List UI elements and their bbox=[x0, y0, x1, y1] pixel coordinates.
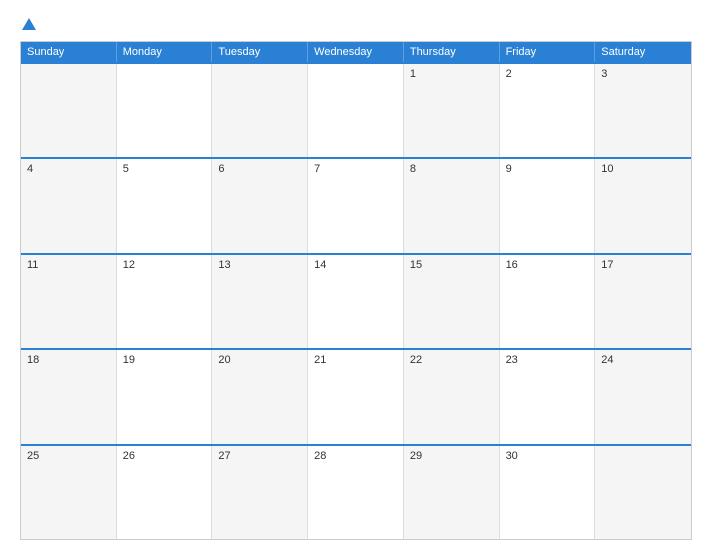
day-number: 15 bbox=[410, 259, 493, 271]
day-cell: 19 bbox=[117, 350, 213, 443]
day-cell: 26 bbox=[117, 446, 213, 539]
day-number: 4 bbox=[27, 163, 110, 175]
day-number: 23 bbox=[506, 354, 589, 366]
day-cell: 7 bbox=[308, 159, 404, 252]
day-cell: 10 bbox=[595, 159, 691, 252]
day-cell: 9 bbox=[500, 159, 596, 252]
logo-blue-text bbox=[20, 18, 36, 31]
day-cell: 4 bbox=[21, 159, 117, 252]
day-number: 21 bbox=[314, 354, 397, 366]
day-cell: 11 bbox=[21, 255, 117, 348]
day-number: 28 bbox=[314, 450, 397, 462]
week-row-1: 4 56 7 8 9 10 bbox=[21, 157, 691, 252]
day-cell: 12 bbox=[117, 255, 213, 348]
day-cell: 28 bbox=[308, 446, 404, 539]
day-number: 9 bbox=[506, 163, 589, 175]
day-number: 8 bbox=[410, 163, 493, 175]
day-header-saturday: Saturday bbox=[595, 42, 691, 62]
day-number: 2 bbox=[506, 68, 589, 80]
day-number: 17 bbox=[601, 259, 685, 271]
day-cell: 15 bbox=[404, 255, 500, 348]
week-row-3: 18 19 20 21 22 23 24 bbox=[21, 348, 691, 443]
day-cell: 16 bbox=[500, 255, 596, 348]
day-header-thursday: Thursday bbox=[404, 42, 500, 62]
calendar-header bbox=[20, 18, 692, 31]
day-cell: 17 bbox=[595, 255, 691, 348]
day-number: 24 bbox=[601, 354, 685, 366]
day-cell: 22 bbox=[404, 350, 500, 443]
day-header-sunday: Sunday bbox=[21, 42, 117, 62]
day-number: 16 bbox=[506, 259, 589, 271]
day-cell: 20 bbox=[212, 350, 308, 443]
day-cell: 3 bbox=[595, 64, 691, 157]
day-cell: 8 bbox=[404, 159, 500, 252]
day-number: 27 bbox=[218, 450, 301, 462]
day-cell: 24 bbox=[595, 350, 691, 443]
day-cell: 25 bbox=[21, 446, 117, 539]
day-number: 29 bbox=[410, 450, 493, 462]
calendar-weeks: 1234567891011121314151617181920212223242… bbox=[21, 62, 691, 539]
day-cell bbox=[21, 64, 117, 157]
day-number: 5 bbox=[123, 163, 206, 175]
day-header-monday: Monday bbox=[117, 42, 213, 62]
day-cell bbox=[308, 64, 404, 157]
day-number: 11 bbox=[27, 259, 110, 271]
day-number: 19 bbox=[123, 354, 206, 366]
day-number: 14 bbox=[314, 259, 397, 271]
day-cell bbox=[595, 446, 691, 539]
day-number: 7 bbox=[314, 163, 397, 175]
logo bbox=[20, 18, 36, 31]
day-cell: 30 bbox=[500, 446, 596, 539]
day-number: 6 bbox=[218, 163, 301, 175]
day-number: 1 bbox=[410, 68, 493, 80]
day-number: 20 bbox=[218, 354, 301, 366]
day-cell: 14 bbox=[308, 255, 404, 348]
day-header-friday: Friday bbox=[500, 42, 596, 62]
day-number: 25 bbox=[27, 450, 110, 462]
day-header-wednesday: Wednesday bbox=[308, 42, 404, 62]
week-row-2: 11 12 13 14 15 16 17 bbox=[21, 253, 691, 348]
day-headers-row: SundayMondayTuesdayWednesdayThursdayFrid… bbox=[21, 42, 691, 62]
day-number: 22 bbox=[410, 354, 493, 366]
day-cell bbox=[212, 64, 308, 157]
day-cell: 1 bbox=[404, 64, 500, 157]
day-cell: 21 bbox=[308, 350, 404, 443]
day-number: 18 bbox=[27, 354, 110, 366]
day-cell bbox=[117, 64, 213, 157]
day-number: 10 bbox=[601, 163, 685, 175]
week-row-0: 1 23 bbox=[21, 62, 691, 157]
day-number: 3 bbox=[601, 68, 685, 80]
week-row-4: 25 26 27 28 29 30 bbox=[21, 444, 691, 539]
day-cell: 29 bbox=[404, 446, 500, 539]
calendar-grid: SundayMondayTuesdayWednesdayThursdayFrid… bbox=[20, 41, 692, 540]
day-number: 12 bbox=[123, 259, 206, 271]
day-number: 13 bbox=[218, 259, 301, 271]
day-number: 30 bbox=[506, 450, 589, 462]
day-number: 26 bbox=[123, 450, 206, 462]
day-cell: 13 bbox=[212, 255, 308, 348]
calendar-page: SundayMondayTuesdayWednesdayThursdayFrid… bbox=[0, 0, 712, 550]
day-cell: 5 bbox=[117, 159, 213, 252]
day-cell: 2 bbox=[500, 64, 596, 157]
day-cell: 27 bbox=[212, 446, 308, 539]
day-cell: 23 bbox=[500, 350, 596, 443]
day-cell: 6 bbox=[212, 159, 308, 252]
logo-triangle-icon bbox=[22, 18, 36, 30]
day-header-tuesday: Tuesday bbox=[212, 42, 308, 62]
day-cell: 18 bbox=[21, 350, 117, 443]
